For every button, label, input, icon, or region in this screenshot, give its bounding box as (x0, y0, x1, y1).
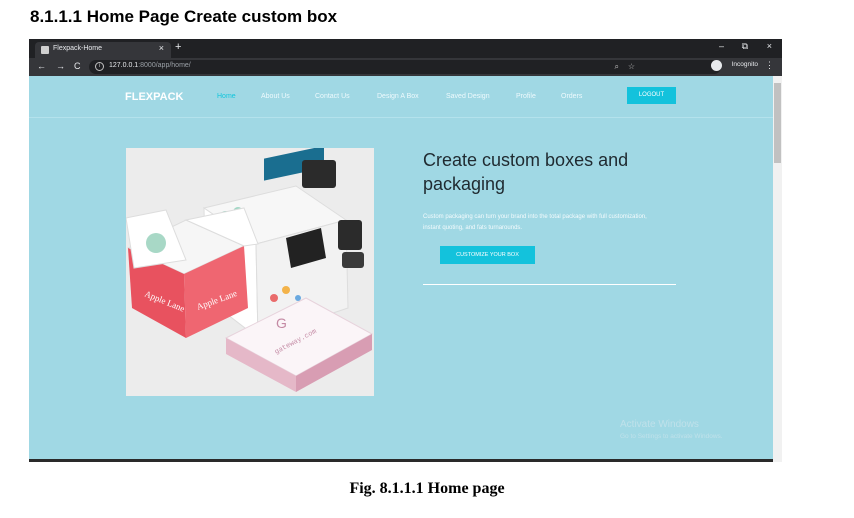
activate-windows-subtitle: Go to Settings to activate Windows. (620, 433, 723, 440)
window-close-icon[interactable]: × (767, 41, 772, 51)
site-info-icon[interactable]: i (95, 62, 104, 71)
scroll-thumb[interactable] (774, 83, 781, 163)
tab-strip: Flexpack-Home × + – ⧉ × (29, 39, 782, 58)
new-tab-icon[interactable]: + (175, 41, 181, 53)
nav-about-us[interactable]: About Us (261, 93, 290, 100)
nav-saved-design[interactable]: Saved Design (446, 93, 490, 100)
restore-icon[interactable]: ⧉ (742, 41, 748, 52)
url-text: 127.0.0.1:8000/app/home/ (109, 62, 191, 69)
document-heading: 8.1.1.1 Home Page Create custom box (30, 7, 338, 26)
browser-menu-icon[interactable]: ⋮ (765, 60, 774, 71)
nav-contact-us[interactable]: Contact Us (315, 93, 350, 100)
nav-divider (29, 117, 773, 118)
reload-icon[interactable]: C (74, 61, 81, 71)
nav-home[interactable]: Home (217, 93, 236, 100)
hero-image: Apple Lane Apple Lane G gateway.com (125, 145, 374, 396)
minimize-icon[interactable]: – (719, 41, 724, 51)
nav-orders[interactable]: Orders (561, 93, 582, 100)
figure-caption: Fig. 8.1.1.1 Home page (349, 480, 505, 497)
logout-button[interactable]: LOGOUT (627, 87, 676, 104)
url-host: 127.0.0.1 (109, 62, 139, 69)
box-letter: G (276, 315, 287, 331)
screenshot-bottom-edge (29, 459, 773, 462)
hero-title: Create custom boxes and packaging (423, 150, 629, 194)
customize-your-box-button[interactable]: CUSTOMIZE YOUR BOX (440, 246, 535, 264)
packaging-illustration: Apple Lane Apple Lane G gateway.com (125, 145, 374, 392)
tab-title: Flexpack-Home (53, 45, 103, 52)
flexpack-home-page: FLEXPACK Home About Us Contact Us Design… (29, 76, 773, 462)
brand-logo[interactable]: FLEXPACK (125, 91, 183, 103)
incognito-label: Incognito (731, 61, 758, 68)
page-scrollbar[interactable] (773, 76, 782, 462)
address-bar[interactable]: i 127.0.0.1:8000/app/home/ ⌕ ☆ (89, 60, 721, 74)
bookmark-star-icon[interactable]: ☆ (628, 62, 635, 71)
hero-divider (423, 284, 676, 285)
hero-description: Custom packaging can turn your brand int… (423, 214, 647, 231)
back-icon[interactable]: ← (37, 61, 46, 71)
activate-windows-title: Activate Windows (620, 419, 699, 430)
tab-flexpack-home[interactable]: Flexpack-Home × (35, 42, 171, 58)
nav-profile[interactable]: Profile (516, 93, 536, 100)
incognito-icon (711, 60, 722, 71)
tab-close-icon[interactable]: × (159, 43, 164, 53)
favicon-icon (41, 46, 49, 54)
nav-design-a-box[interactable]: Design A Box (377, 93, 419, 100)
browser-screenshot: Flexpack-Home × + – ⧉ × ← → C i 127.0.0.… (29, 39, 782, 462)
browser-toolbar: ← → C i 127.0.0.1:8000/app/home/ ⌕ ☆ Inc… (29, 58, 782, 76)
url-path: :8000/app/home/ (138, 62, 191, 69)
forward-icon[interactable]: → (56, 61, 65, 71)
zoom-icon[interactable]: ⌕ (615, 62, 619, 72)
